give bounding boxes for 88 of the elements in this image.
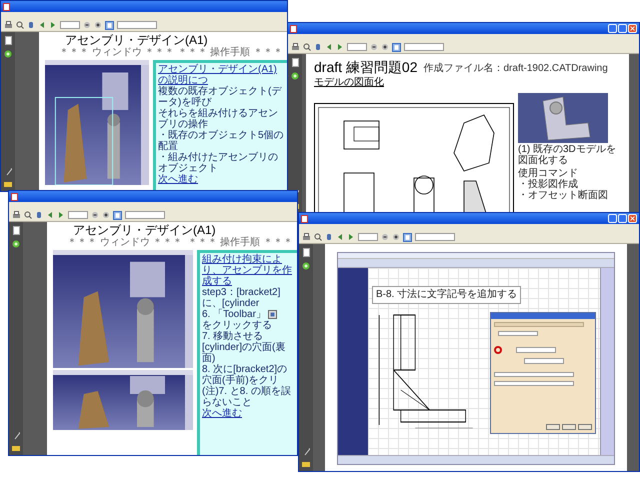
document-icon (3, 2, 10, 10)
zoom-in-icon (94, 21, 102, 29)
zoom-field[interactable] (415, 233, 455, 241)
close-button[interactable] (628, 24, 637, 33)
fit-page-icon (403, 232, 412, 242)
dropdown-field[interactable] (494, 372, 574, 377)
step-heading: B-8. 寸法に文字記号を追加する (372, 286, 522, 304)
instruction-text: step3：[bracket2] に、[cylinder (202, 287, 282, 309)
section-heading: モデルの図面化 (314, 77, 384, 89)
instruction-text: ・既存のオブジェクト5個の配置 (158, 130, 285, 152)
next-page-icon (336, 43, 344, 51)
print-icon (12, 211, 21, 219)
tab-strip[interactable] (494, 322, 584, 327)
previous-page-icon (336, 233, 344, 241)
document-icon (11, 192, 18, 200)
document-icon (290, 24, 297, 32)
fit-page-icon (113, 210, 122, 220)
dialog-button[interactable] (578, 424, 592, 430)
page-icon (292, 58, 298, 67)
section-label: ＊＊＊ 操作手順 ＊＊＊ (177, 47, 283, 59)
section-label: ＊＊＊ ウィンドウ ＊＊＊ (59, 47, 175, 59)
link[interactable]: アセンブリ・デザイン(A1)の説明につ (158, 64, 285, 86)
page-icon (4, 36, 12, 45)
previous-page-icon (38, 21, 46, 29)
search-icon (303, 43, 311, 51)
input-field[interactable] (516, 347, 556, 353)
zoom-field[interactable] (125, 211, 165, 219)
input-field[interactable] (498, 331, 538, 336)
page-title: アセンブリ・デザイン(A1) (64, 33, 209, 47)
zoom-field[interactable] (404, 43, 444, 51)
print-icon (4, 21, 13, 29)
previous-page-icon (46, 211, 54, 219)
page-number-field[interactable] (347, 43, 367, 51)
page-title: アセンブリ・デザイン(A1) (72, 223, 217, 237)
toolbar-button-icon (268, 310, 277, 319)
close-button[interactable] (628, 214, 637, 223)
command-item: ・オフセット断面図 (518, 190, 609, 201)
next-page-icon (347, 233, 355, 241)
search-icon (314, 233, 322, 241)
print-icon (302, 233, 311, 241)
section-label: ＊＊＊ 操作手順 ＊＊＊ (187, 237, 293, 249)
zoom-field[interactable] (117, 21, 157, 29)
instruction-text: 複数の既存オブジェクト(データ)を呼び (158, 86, 283, 108)
fit-page-icon (105, 20, 114, 30)
page-icon (302, 248, 310, 257)
dialog-button[interactable] (562, 424, 576, 430)
fit-page-icon (392, 42, 401, 52)
zoom-out-icon (83, 21, 91, 29)
minimize-button[interactable] (608, 214, 617, 223)
link[interactable]: 次へ進む (158, 174, 285, 185)
dialog-button[interactable] (546, 424, 560, 430)
zoom-in-icon (102, 211, 110, 219)
input-field[interactable] (524, 358, 564, 364)
section-label: ＊＊＊ ウィンドウ ＊＊＊ (67, 237, 183, 249)
instruction-text: 6. 「Toolbar」 (202, 309, 266, 320)
zoom-out-icon (91, 211, 99, 219)
instruction-text: 8. 次に[bracket2]の穴面(手前)をクリ (202, 364, 288, 386)
instruction-text: それらを組み付けるアセンブリの操作 (158, 108, 279, 130)
previous-page-icon (325, 43, 333, 51)
page-number-field[interactable] (68, 211, 88, 219)
page-number-field[interactable] (358, 233, 378, 241)
page-number-field[interactable] (60, 21, 80, 29)
zoom-in-icon (381, 43, 389, 51)
commands-label: 使用コマンド (518, 168, 579, 179)
caption-text: (1) 既存の3Dモデルを図面化する (518, 144, 617, 166)
zoom-out-icon (370, 43, 378, 51)
search-icon (16, 21, 24, 29)
link[interactable]: 次へ進む (202, 408, 295, 419)
file-name-text: 作成ファイル名：draft-1902.CATDrawing (423, 63, 608, 75)
link[interactable]: 組み付け拘束により、アセンブリを作成する (202, 254, 295, 287)
dropdown-field[interactable] (494, 381, 574, 386)
command-item: ・投影図作成 (518, 179, 578, 190)
print-icon (291, 43, 300, 51)
instruction-text: ・組み付けたアセンブリのオブジェクト (158, 152, 279, 174)
minimize-button[interactable] (608, 24, 617, 33)
search-icon (24, 211, 32, 219)
instruction-text: 7. 移動させる[cylinder]の穴面(裏面) (202, 331, 286, 364)
maximize-button[interactable] (618, 214, 627, 223)
page-title: draft 練習問題02 (314, 59, 418, 75)
maximize-button[interactable] (618, 24, 627, 33)
zoom-out-icon (381, 233, 389, 241)
document-icon (301, 214, 308, 222)
instruction-text: (注)7. と8. の順を誤らないこと (202, 386, 292, 408)
page-icon (12, 226, 20, 235)
next-page-icon (57, 211, 65, 219)
next-page-icon (49, 21, 57, 29)
instruction-text: をクリックする (202, 320, 272, 331)
zoom-in-icon (392, 233, 400, 241)
